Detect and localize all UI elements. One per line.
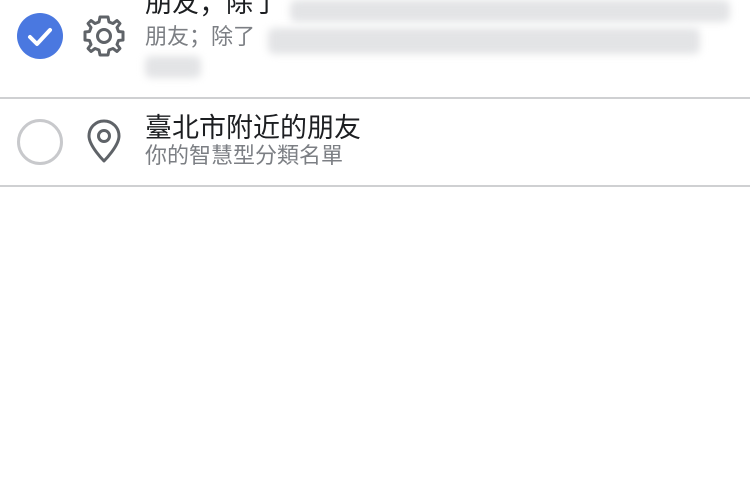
redacted-title-text [290, 0, 730, 22]
list-item-friends-except[interactable]: 朋友；除了 朋友；除了 [0, 0, 750, 99]
list-item-title: 臺北市附近的朋友 [145, 113, 361, 144]
radio-unchecked[interactable] [17, 119, 63, 165]
location-pin-icon [87, 119, 121, 163]
list-item-subtitle: 你的智慧型分類名單 [145, 144, 344, 169]
list-item-title: 朋友；除了 [145, 0, 280, 19]
list-item-subtitle: 朋友；除了 [145, 25, 256, 50]
list-item-nearby-friends[interactable]: 臺北市附近的朋友 你的智慧型分類名單 [0, 99, 750, 187]
radio-checked[interactable] [17, 13, 63, 59]
gear-icon [83, 15, 125, 57]
redacted-subtitle-text [268, 28, 700, 54]
redacted-subtitle-text-line2 [145, 56, 201, 78]
audience-list: 朋友；除了 朋友；除了 臺北市附近的朋友 你的智慧型分類名單 [0, 0, 750, 480]
checkmark-icon [28, 28, 52, 46]
